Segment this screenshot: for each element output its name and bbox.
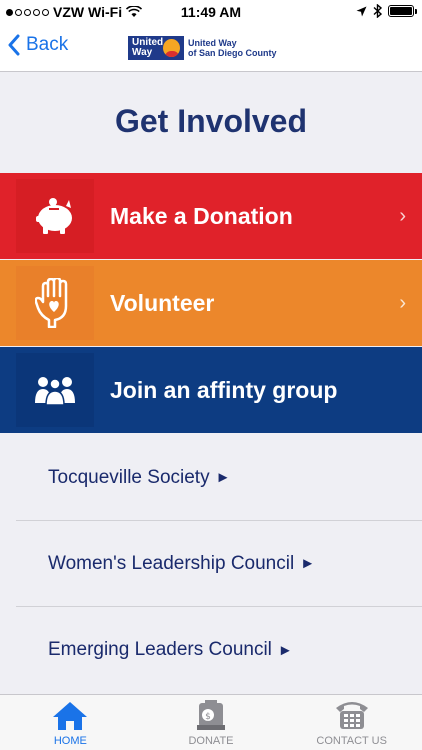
logo-box: United Way: [128, 36, 184, 60]
back-button[interactable]: Back: [8, 34, 68, 56]
tab-contact-us[interactable]: CONTACT US: [281, 695, 422, 750]
make-donation-label: Make a Donation: [110, 202, 293, 229]
donate-icon: $: [197, 700, 225, 730]
tab-home-label: HOME: [53, 735, 87, 747]
piggy-bank-icon: [36, 198, 72, 234]
logo-text-line2: of San Diego County: [188, 48, 277, 58]
chevron-right-icon: ›: [399, 204, 406, 227]
volunteer-row[interactable]: Volunteer ›: [0, 260, 422, 346]
link-label: Tocqueville Society: [48, 466, 210, 488]
chevron-right-icon: ›: [399, 291, 406, 314]
play-arrow-icon: ►: [300, 555, 316, 572]
play-arrow-icon: ►: [215, 469, 231, 486]
donation-icon-box: [16, 179, 94, 253]
united-way-logo: United Way United Way of San Diego Count…: [128, 36, 277, 60]
affinity-group-label: Join an affinty group: [110, 376, 338, 403]
logo-box-line2: Way: [132, 47, 153, 58]
battery-icon: [388, 5, 417, 17]
tab-bar: HOME $ DONATE CONTACT US: [0, 694, 422, 750]
link-label: Women's Leadership Council: [48, 552, 295, 574]
make-donation-row[interactable]: Make a Donation ›: [0, 173, 422, 259]
home-icon: [53, 702, 88, 730]
status-right: [356, 4, 417, 18]
womens-leadership-council-link[interactable]: Women's Leadership Council ►: [16, 521, 422, 607]
page-title: Get Involved: [114, 103, 308, 139]
back-label: Back: [26, 34, 69, 55]
group-icon: [35, 377, 75, 405]
hand-heart-icon: [35, 278, 68, 328]
bluetooth-icon: [373, 4, 382, 18]
logo-sun-icon: [163, 39, 180, 57]
tab-home[interactable]: HOME: [0, 695, 141, 750]
emerging-leaders-council-link[interactable]: Emerging Leaders Council ►: [16, 607, 422, 693]
logo-text-line1: United Way: [188, 38, 237, 48]
volunteer-label: Volunteer: [110, 289, 215, 316]
tocqueville-society-link[interactable]: Tocqueville Society ►: [16, 435, 422, 521]
tab-donate-label: DONATE: [188, 735, 234, 747]
status-bar: VZW Wi-Fi 11:49 AM: [0, 0, 422, 24]
svg-text:$: $: [205, 712, 211, 722]
tab-contact-us-label: CONTACT US: [316, 735, 387, 747]
phone-icon: [335, 702, 368, 729]
location-arrow-icon: [356, 6, 367, 16]
affinity-icon-box: [16, 353, 94, 427]
logo-text: United Way of San Diego County: [188, 38, 277, 58]
nav-bar: Back United Way United Way of San Diego …: [0, 24, 422, 72]
tab-donate[interactable]: $ DONATE: [141, 695, 282, 750]
link-label: Emerging Leaders Council: [48, 639, 272, 660]
affinity-group-row[interactable]: Join an affinty group: [0, 347, 422, 433]
chevron-left-icon: [8, 34, 20, 56]
volunteer-icon-box: [16, 266, 94, 340]
play-arrow-icon: ►: [277, 641, 293, 659]
